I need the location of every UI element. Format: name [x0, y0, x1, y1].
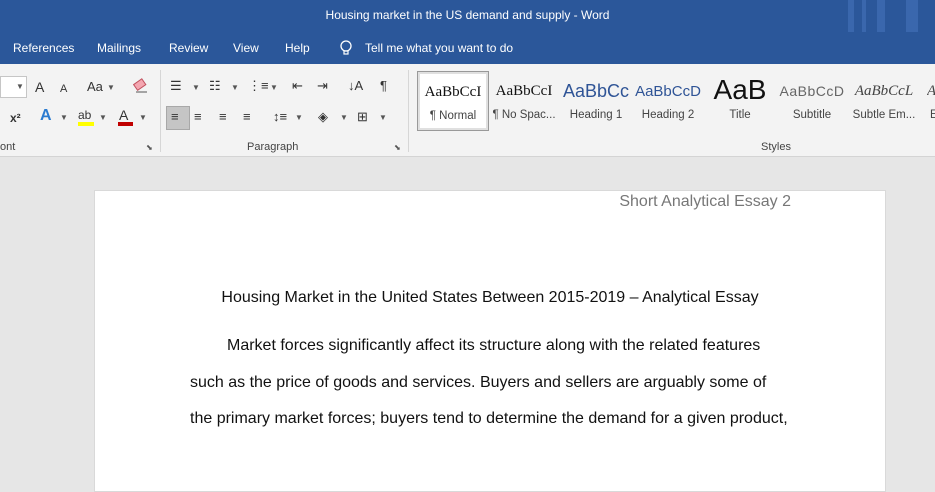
align-center-icon[interactable]: ≡	[194, 109, 202, 125]
ribbon-tabs: References Mailings Review View Help Tel…	[0, 32, 935, 64]
dialog-launcher-icon[interactable]: ⬊	[146, 143, 153, 152]
style-emphasis[interactable]: A E	[921, 71, 935, 129]
align-left-icon: ≡	[171, 109, 179, 124]
chevron-down-icon: ▼	[16, 82, 24, 91]
font-color-swatch	[118, 122, 133, 126]
numbering-icon[interactable]: ☷	[209, 78, 221, 94]
text-effects-icon[interactable]: A	[40, 108, 52, 124]
chevron-down-icon: ▼	[231, 83, 239, 92]
style-subtitle[interactable]: AaBbCcD Subtitle	[777, 71, 847, 129]
chevron-down-icon: ▼	[60, 113, 68, 122]
style-title[interactable]: AaB Title	[705, 71, 775, 129]
group-divider	[160, 70, 161, 152]
tab-references[interactable]: References	[13, 41, 74, 55]
tab-review[interactable]: Review	[169, 41, 208, 55]
chevron-down-icon: ▼	[99, 113, 107, 122]
bullets-icon[interactable]: ☰	[170, 78, 182, 94]
font-group-label: ont	[0, 141, 16, 153]
line-spacing-icon[interactable]: ↕≡	[273, 109, 287, 125]
grow-font-button[interactable]: A	[35, 79, 44, 95]
paragraph-group-label: Paragraph	[247, 141, 299, 153]
highlight-color-swatch	[78, 122, 94, 126]
justify-icon[interactable]: ≡	[243, 109, 251, 125]
change-case-button[interactable]: Aa	[87, 79, 103, 95]
style-normal[interactable]: AaBbCcI ¶ Normal	[417, 71, 489, 131]
tab-mailings[interactable]: Mailings	[97, 41, 141, 55]
style-heading-2[interactable]: AaBbCcD Heading 2	[633, 71, 703, 129]
font-size-box[interactable]: ▼	[0, 76, 27, 98]
document-page[interactable]: Short Analytical Essay 2 Housing Market …	[94, 190, 886, 492]
multilevel-list-icon[interactable]: ⋮≡	[248, 78, 269, 94]
paragraph-line[interactable]: such as the price of goods and services.…	[190, 374, 766, 392]
align-right-icon[interactable]: ≡	[219, 109, 227, 125]
dialog-launcher-icon[interactable]: ⬊	[394, 143, 401, 152]
document-title[interactable]: Housing Market in the United States Betw…	[95, 289, 885, 307]
document-canvas[interactable]: Short Analytical Essay 2 Housing Market …	[0, 157, 935, 492]
chevron-down-icon: ▼	[379, 113, 387, 122]
superscript-button[interactable]: x²	[10, 110, 21, 126]
style-no-spacing[interactable]: AaBbCcI ¶ No Spac...	[489, 71, 559, 129]
shrink-font-button[interactable]: A	[60, 81, 67, 97]
chevron-down-icon: ▼	[295, 113, 303, 122]
clear-formatting-icon[interactable]	[133, 78, 149, 94]
increase-indent-icon[interactable]: ⇥	[317, 78, 328, 94]
paragraph-line[interactable]: the primary market forces; buyers tend t…	[190, 410, 788, 428]
text-highlight-button[interactable]: ab	[76, 107, 96, 127]
chevron-down-icon: ▼	[270, 83, 278, 92]
chevron-down-icon: ▼	[139, 113, 147, 122]
font-color-button[interactable]: A	[116, 107, 136, 127]
decrease-indent-icon[interactable]: ⇤	[292, 78, 303, 94]
tell-me-search[interactable]: Tell me what you want to do	[365, 41, 513, 55]
shading-icon[interactable]: ◈	[318, 109, 328, 125]
highlighter-icon: ab	[78, 108, 92, 122]
tab-help[interactable]: Help	[285, 41, 310, 55]
chevron-down-icon: ▼	[340, 113, 348, 122]
align-left-button[interactable]: ≡	[166, 106, 190, 130]
tab-view[interactable]: View	[233, 41, 259, 55]
page-header[interactable]: Short Analytical Essay 2	[619, 193, 791, 211]
ribbon: ▼ A A Aa ▼ x² A ▼ ab ▼ A ▼ ont ⬊ ☰ ▼ ☷ ▼…	[0, 64, 935, 157]
style-subtle-emphasis[interactable]: AaBbCcL Subtle Em...	[849, 71, 919, 129]
borders-icon[interactable]: ⊞	[357, 109, 368, 125]
chevron-down-icon: ▼	[107, 83, 115, 92]
styles-group-label: Styles	[761, 141, 791, 153]
lightbulb-icon[interactable]	[339, 40, 353, 56]
style-heading-1[interactable]: AaBbCc Heading 1	[561, 71, 631, 129]
paragraph-line[interactable]: Market forces significantly affect its s…	[227, 337, 760, 355]
window-title: Housing market in the US demand and supp…	[325, 8, 610, 22]
sort-icon[interactable]: ↓A	[348, 78, 363, 94]
font-color-icon: A	[119, 107, 129, 123]
title-bar: Housing market in the US demand and supp…	[0, 0, 935, 32]
group-divider	[408, 70, 409, 152]
chevron-down-icon: ▼	[192, 83, 200, 92]
pilcrow-icon[interactable]: ¶	[380, 78, 387, 94]
